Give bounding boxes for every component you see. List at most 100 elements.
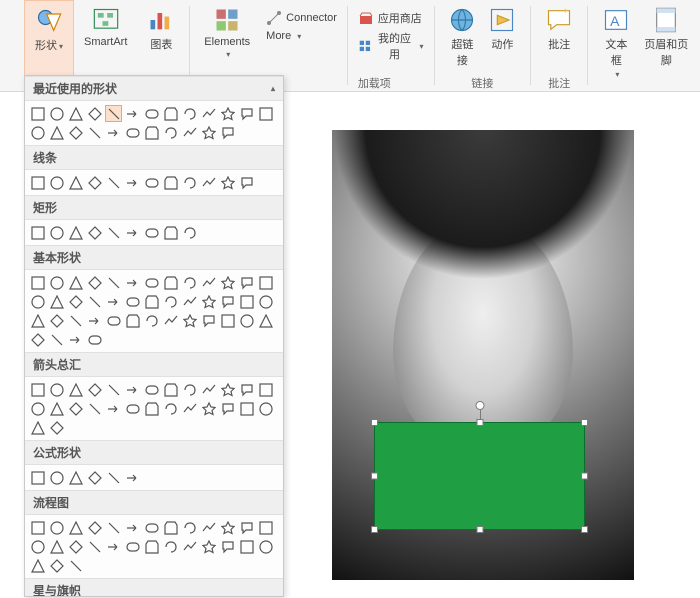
shape-thumbnail[interactable]: [162, 293, 179, 310]
shape-thumbnail[interactable]: [29, 105, 46, 122]
shape-thumbnail[interactable]: [29, 469, 46, 486]
shape-thumbnail[interactable]: [48, 331, 65, 348]
shape-thumbnail[interactable]: [143, 293, 160, 310]
shape-thumbnail[interactable]: [238, 400, 255, 417]
appstore-button[interactable]: 应用商店: [358, 10, 422, 26]
shape-thumbnail[interactable]: [257, 274, 274, 291]
shapes-button[interactable]: 形状▾: [31, 5, 67, 55]
shape-thumbnail[interactable]: [48, 538, 65, 555]
shape-thumbnail[interactable]: [48, 312, 65, 329]
shape-thumbnail[interactable]: [124, 400, 141, 417]
shape-thumbnail[interactable]: [162, 105, 179, 122]
shape-thumbnail[interactable]: [48, 381, 65, 398]
shape-thumbnail[interactable]: [181, 538, 198, 555]
shape-thumbnail[interactable]: [162, 519, 179, 536]
resize-handle-ne[interactable]: [581, 419, 588, 426]
shape-thumbnail[interactable]: [124, 124, 141, 141]
shape-thumbnail[interactable]: [238, 274, 255, 291]
smartart-button[interactable]: SmartArt: [80, 4, 131, 50]
shape-thumbnail[interactable]: [86, 312, 103, 329]
shape-thumbnail[interactable]: [219, 105, 236, 122]
green-rectangle-shape[interactable]: [374, 422, 585, 530]
shape-thumbnail[interactable]: [86, 224, 103, 241]
shape-thumbnail[interactable]: [67, 469, 84, 486]
shape-thumbnail[interactable]: [29, 538, 46, 555]
more-button[interactable]: More▾: [266, 30, 301, 42]
shape-thumbnail[interactable]: [257, 381, 274, 398]
shape-thumbnail[interactable]: [143, 381, 160, 398]
shape-thumbnail[interactable]: [219, 519, 236, 536]
shape-thumbnail[interactable]: [162, 174, 179, 191]
shape-thumbnail[interactable]: [181, 381, 198, 398]
shape-thumbnail[interactable]: [124, 312, 141, 329]
shape-thumbnail[interactable]: [105, 312, 122, 329]
shape-thumbnail[interactable]: [143, 174, 160, 191]
shape-thumbnail[interactable]: [105, 274, 122, 291]
shape-thumbnail[interactable]: [181, 293, 198, 310]
shape-thumbnail[interactable]: [105, 400, 122, 417]
shape-thumbnail[interactable]: [48, 400, 65, 417]
shape-thumbnail[interactable]: [48, 174, 65, 191]
shape-thumbnail[interactable]: [29, 400, 46, 417]
shape-thumbnail[interactable]: [181, 224, 198, 241]
shape-thumbnail[interactable]: [143, 224, 160, 241]
shape-thumbnail[interactable]: [67, 381, 84, 398]
shape-thumbnail[interactable]: [200, 400, 217, 417]
shape-thumbnail[interactable]: [143, 538, 160, 555]
shape-thumbnail[interactable]: [67, 224, 84, 241]
shape-thumbnail[interactable]: [86, 293, 103, 310]
shape-thumbnail[interactable]: [29, 224, 46, 241]
shape-thumbnail[interactable]: [124, 293, 141, 310]
shape-thumbnail[interactable]: [124, 174, 141, 191]
shapes-scroll-area[interactable]: 最近使用的形状 ▴ 线条 矩形 基本形状 箭头总汇 公式形状 流程图 星与旗帜: [25, 76, 283, 596]
shape-thumbnail[interactable]: [67, 105, 84, 122]
shape-thumbnail[interactable]: [124, 519, 141, 536]
shape-thumbnail[interactable]: [200, 274, 217, 291]
shape-thumbnail[interactable]: [29, 381, 46, 398]
chart-button[interactable]: 图表: [143, 4, 179, 54]
shape-thumbnail[interactable]: [86, 331, 103, 348]
resize-handle-e[interactable]: [581, 473, 588, 480]
shape-thumbnail[interactable]: [219, 124, 236, 141]
shape-thumbnail[interactable]: [105, 124, 122, 141]
shape-thumbnail[interactable]: [105, 105, 122, 122]
shape-thumbnail[interactable]: [67, 519, 84, 536]
shape-thumbnail[interactable]: [124, 105, 141, 122]
shape-thumbnail[interactable]: [86, 538, 103, 555]
shape-thumbnail[interactable]: [67, 312, 84, 329]
shape-thumbnail[interactable]: [124, 538, 141, 555]
shape-thumbnail[interactable]: [200, 538, 217, 555]
comment-button[interactable]: 批注: [541, 4, 577, 54]
shape-thumbnail[interactable]: [67, 124, 84, 141]
shape-thumbnail[interactable]: [162, 538, 179, 555]
shape-thumbnail[interactable]: [67, 174, 84, 191]
shape-thumbnail[interactable]: [105, 381, 122, 398]
shape-thumbnail[interactable]: [86, 400, 103, 417]
shape-thumbnail[interactable]: [238, 105, 255, 122]
shape-thumbnail[interactable]: [257, 400, 274, 417]
shape-thumbnail[interactable]: [105, 538, 122, 555]
shape-thumbnail[interactable]: [143, 400, 160, 417]
shape-thumbnail[interactable]: [162, 381, 179, 398]
shape-thumbnail[interactable]: [219, 381, 236, 398]
resize-handle-s[interactable]: [476, 526, 483, 533]
shape-thumbnail[interactable]: [86, 105, 103, 122]
shape-thumbnail[interactable]: [219, 293, 236, 310]
collapse-up-icon[interactable]: ▴: [271, 84, 275, 93]
shape-thumbnail[interactable]: [67, 331, 84, 348]
shape-thumbnail[interactable]: [86, 274, 103, 291]
shape-thumbnail[interactable]: [86, 174, 103, 191]
shape-thumbnail[interactable]: [238, 293, 255, 310]
shape-thumbnail[interactable]: [29, 293, 46, 310]
shape-thumbnail[interactable]: [48, 105, 65, 122]
shape-thumbnail[interactable]: [124, 469, 141, 486]
shape-thumbnail[interactable]: [143, 105, 160, 122]
shape-thumbnail[interactable]: [105, 224, 122, 241]
shape-thumbnail[interactable]: [48, 224, 65, 241]
shape-thumbnail[interactable]: [219, 274, 236, 291]
shape-thumbnail[interactable]: [48, 293, 65, 310]
resize-handle-n[interactable]: [476, 419, 483, 426]
shape-thumbnail[interactable]: [48, 557, 65, 574]
shape-thumbnail[interactable]: [124, 224, 141, 241]
shape-thumbnail[interactable]: [162, 124, 179, 141]
